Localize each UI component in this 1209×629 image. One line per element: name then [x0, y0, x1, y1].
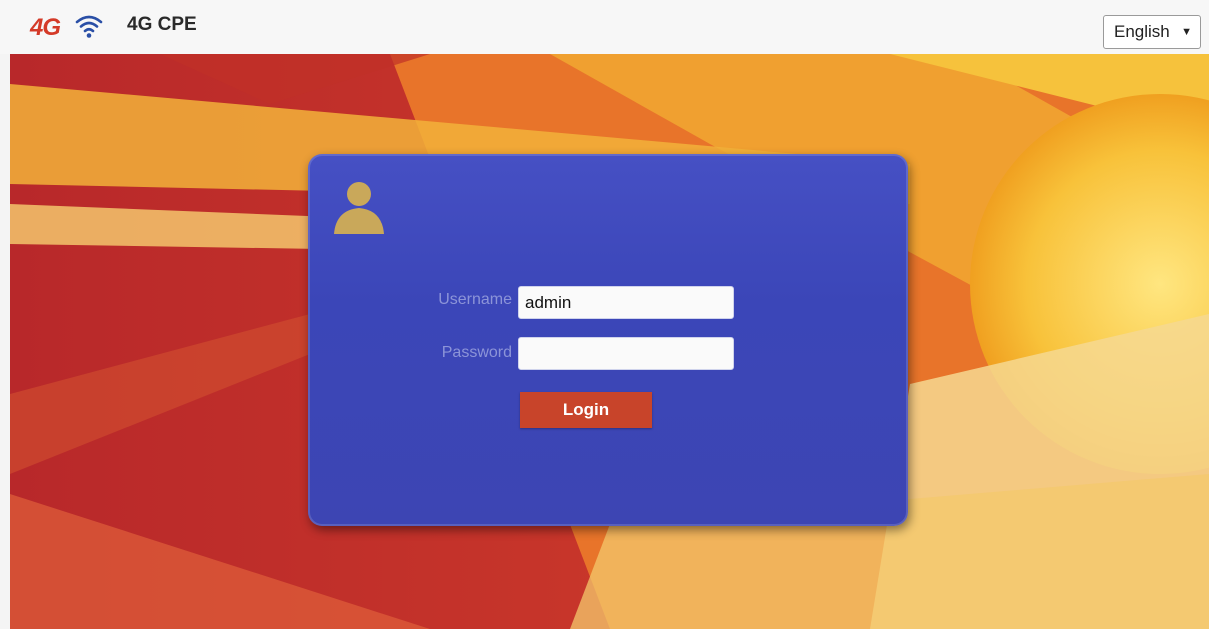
- username-input[interactable]: [518, 286, 734, 319]
- login-panel: Username Password Login: [308, 154, 908, 526]
- language-select[interactable]: English ▼: [1103, 15, 1201, 49]
- top-header-bar: 4G 4G CPE English ▼: [0, 0, 1209, 54]
- dropdown-arrow-icon: ▼: [1181, 26, 1192, 38]
- product-name: 4G CPE: [127, 14, 197, 35]
- background-banner: Username Password Login: [10, 54, 1209, 629]
- login-button[interactable]: Login: [520, 392, 652, 428]
- wifi-icon: [75, 15, 103, 38]
- language-selected-value: English: [1114, 22, 1170, 41]
- username-label: Username: [438, 291, 512, 308]
- brand-logo: 4G: [30, 14, 61, 41]
- user-avatar-icon: [334, 182, 384, 234]
- password-input[interactable]: [518, 337, 734, 370]
- password-label: Password: [441, 344, 512, 361]
